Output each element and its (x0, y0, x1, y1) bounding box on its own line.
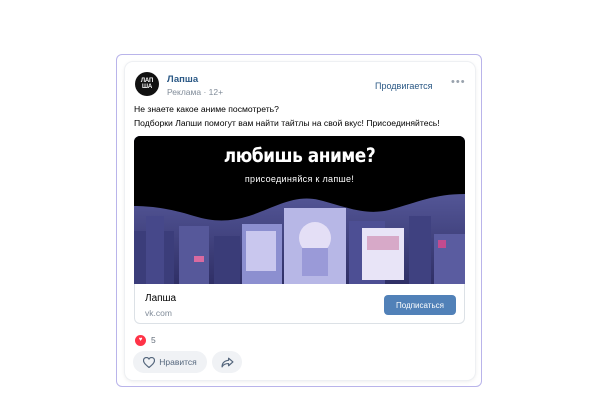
author-name[interactable]: Лапша (167, 74, 198, 85)
banner-tagline: присоединяйся к лапше! (244, 174, 355, 184)
post-text-line: Не знаете какое аниме посмотреть? (134, 104, 279, 114)
promoted-link[interactable]: Продвигается (375, 81, 433, 91)
link-snippet[interactable]: Лапша vk.com Подписаться (134, 284, 465, 324)
heart-reaction-icon: ♥ (135, 334, 146, 346)
banner-headline: любишь аниме? (223, 144, 376, 168)
like-button[interactable]: Нравится (133, 351, 207, 373)
ad-post-card: ЛАПША Лапша Реклама · 12+ Продвигается •… (125, 62, 475, 380)
like-label: Нравится (159, 357, 197, 367)
subscribe-button[interactable]: Подписаться (384, 295, 456, 315)
share-arrow-icon (220, 357, 234, 367)
post-text-line: Подборки Лапши помогут вам найти тайтлы … (134, 117, 440, 128)
share-button[interactable] (212, 351, 242, 373)
link-title[interactable]: Лапша (145, 293, 176, 304)
avatar-text: ЛАПША (140, 77, 154, 91)
post-text: Не знаете какое аниме посмотреть? Подбор… (134, 103, 469, 130)
link-url: vk.com (145, 308, 172, 318)
reactions-summary[interactable]: ♥ 5 (135, 334, 156, 346)
ad-banner-image[interactable]: любишь аниме? присоединяйся к лапше! (134, 136, 465, 284)
post-meta: Реклама · 12+ (167, 87, 224, 97)
more-options-icon[interactable]: ••• (451, 76, 466, 88)
reaction-count: 5 (151, 335, 156, 345)
avatar[interactable]: ЛАПША (135, 72, 159, 96)
heart-outline-icon (143, 356, 156, 368)
